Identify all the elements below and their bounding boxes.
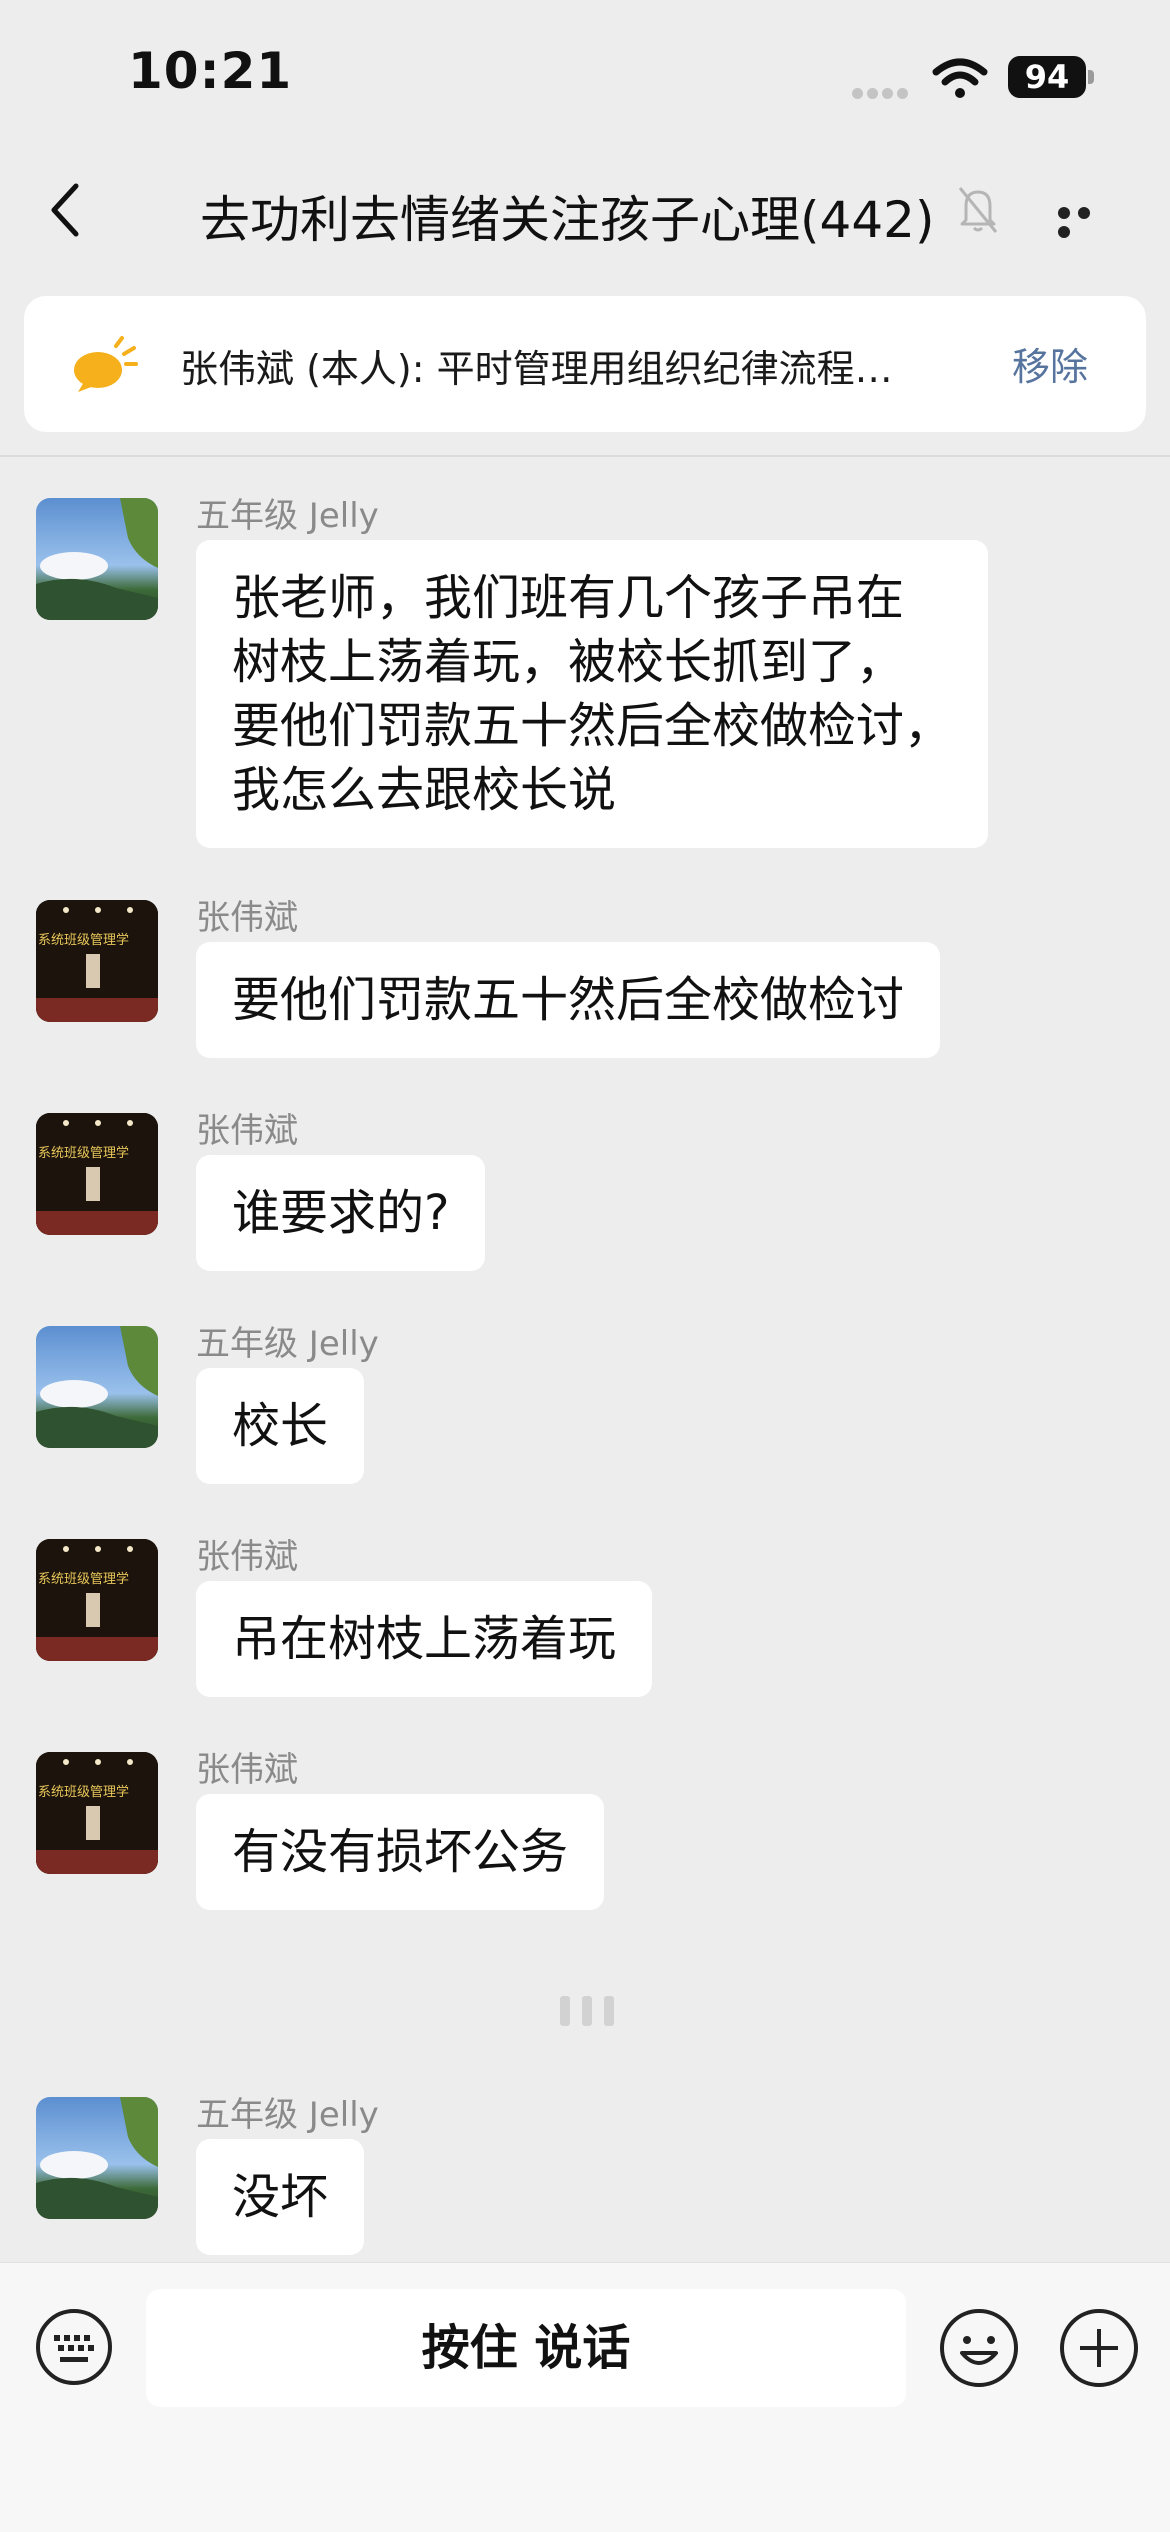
stage-avatar-art: 系统班级管理学 [36, 1113, 158, 1235]
more-icon[interactable] [1058, 204, 1116, 238]
avatar[interactable]: 系统班级管理学 [36, 1752, 158, 1874]
speech-bubble-icon [74, 336, 138, 392]
chat-title: 去功利去情绪关注孩子心理(442) [200, 191, 935, 249]
avatar[interactable] [36, 1326, 158, 1448]
hold-to-talk-button[interactable]: 按住 说话 [146, 2289, 906, 2407]
message-bubble[interactable]: 吊在树枝上荡着玩 [196, 1581, 653, 1697]
input-bar: 按住 说话 [0, 2262, 1170, 2532]
avatar[interactable]: 系统班级管理学 [36, 900, 158, 1022]
cellular-signal-icon [852, 84, 914, 99]
battery-tip [1088, 70, 1094, 84]
sky-avatar-art [36, 498, 158, 620]
keyboard-icon[interactable] [34, 2307, 114, 2387]
battery-icon: 94 [1008, 56, 1086, 98]
message-bubble[interactable]: 要他们罚款五十然后全校做检讨 [196, 942, 941, 1058]
status-time: 10:21 [128, 42, 293, 100]
sender-name: 张伟斌 [196, 1750, 298, 1790]
stage-avatar-caption: 系统班级管理学 [38, 932, 129, 948]
avatar[interactable]: 系统班级管理学 [36, 1539, 158, 1661]
sender-name: 张伟斌 [196, 898, 298, 938]
message-bubble[interactable]: 有没有损坏公务 [196, 1794, 605, 1910]
message-bubble[interactable]: 校长 [196, 1368, 365, 1484]
pinned-announcement[interactable]: 张伟斌 (本人): 平时管理用组织纪律流程… 移除 [24, 296, 1146, 432]
message-line: 谁要求的? [232, 1185, 450, 1241]
stage-avatar-art: 系统班级管理学 [36, 900, 158, 1022]
sender-name: 张伟斌 [196, 1537, 298, 1577]
message-line: 有没有损坏公务 [232, 1824, 569, 1880]
mute-bell-icon [958, 187, 998, 233]
message-line: 吊在树枝上荡着玩 [232, 1611, 617, 1667]
pinned-text: 张伟斌 (本人): 平时管理用组织纪律流程… [180, 347, 893, 391]
message-line: 要他们罚款五十然后全校做检讨 [232, 972, 905, 1028]
stage-avatar-art: 系统班级管理学 [36, 1752, 158, 1874]
wifi-icon [932, 58, 988, 98]
stage-avatar-caption: 系统班级管理学 [38, 1145, 129, 1161]
sender-name: 五年级 Jelly [196, 1324, 379, 1364]
message-line: 校长 [232, 1398, 329, 1454]
message-line: 没坏 [232, 2169, 329, 2225]
emoji-icon[interactable] [938, 2307, 1020, 2389]
loading-indicator [560, 1996, 630, 2026]
divider [0, 455, 1170, 457]
sender-name: 五年级 Jelly [196, 2095, 379, 2135]
avatar[interactable]: 系统班级管理学 [36, 1113, 158, 1235]
status-bar: 10:21 94 [0, 0, 1170, 150]
pinned-remove-button[interactable]: 移除 [1012, 336, 1088, 391]
message-line: 树枝上荡着玩，被校长抓到了， [232, 634, 905, 690]
nav-bar: 去功利去情绪关注孩子心理(442) [0, 160, 1170, 260]
plus-icon[interactable] [1058, 2307, 1140, 2389]
message-bubble[interactable]: 张老师，我们班有几个孩子吊在 树枝上荡着玩，被校长抓到了， 要他们罚款五十然后全… [196, 540, 989, 848]
sky-avatar-art [36, 2097, 158, 2219]
message-bubble[interactable]: 没坏 [196, 2139, 365, 2255]
message-line: 张老师，我们班有几个孩子吊在 [232, 570, 905, 626]
avatar[interactable] [36, 2097, 158, 2219]
sky-avatar-art [36, 1326, 158, 1448]
stage-avatar-art: 系统班级管理学 [36, 1539, 158, 1661]
stage-avatar-caption: 系统班级管理学 [38, 1784, 129, 1800]
back-icon[interactable] [42, 178, 92, 242]
message-line: 要他们罚款五十然后全校做检讨， [232, 698, 953, 754]
sender-name: 张伟斌 [196, 1111, 298, 1151]
avatar[interactable] [36, 498, 158, 620]
sender-name: 五年级 Jelly [196, 496, 379, 536]
stage-avatar-caption: 系统班级管理学 [38, 1571, 129, 1587]
message-bubble[interactable]: 谁要求的? [196, 1155, 486, 1271]
message-line: 我怎么去跟校长说 [232, 762, 617, 818]
